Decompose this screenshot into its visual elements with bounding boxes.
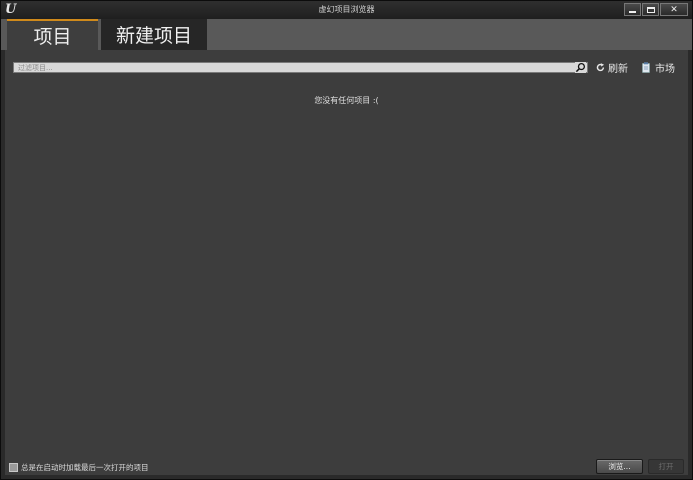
window-controls: ✕ bbox=[624, 3, 688, 16]
title-bar[interactable]: U 虚幻项目浏览器 ✕ bbox=[1, 1, 692, 19]
open-button[interactable]: 打开 bbox=[648, 459, 684, 474]
browse-button[interactable]: 浏览... bbox=[596, 459, 643, 474]
load-last-project-checkbox[interactable] bbox=[9, 463, 18, 472]
window-title: 虚幻项目浏览器 bbox=[318, 5, 375, 14]
refresh-button[interactable]: 刷新 bbox=[596, 60, 628, 75]
minimize-icon bbox=[629, 11, 636, 13]
search-box bbox=[13, 62, 588, 73]
tab-projects[interactable]: 项目 bbox=[7, 19, 98, 50]
project-browser-window: U 虚幻项目浏览器 ✕ 项目 新建项目 过滤项目... 刷新 市场 您没有任何项… bbox=[0, 0, 693, 480]
minimize-button[interactable] bbox=[624, 3, 641, 16]
marketplace-icon bbox=[642, 61, 650, 73]
refresh-label: 刷新 bbox=[608, 63, 628, 75]
maximize-button[interactable] bbox=[642, 3, 659, 16]
projects-panel: 刷新 市场 您没有任何项目 :( 总是在启动时加载最后一次打开的项目 浏览...… bbox=[5, 50, 688, 475]
tab-new-project[interactable]: 新建项目 bbox=[101, 19, 207, 50]
marketplace-button[interactable]: 市场 bbox=[642, 60, 675, 75]
maximize-icon bbox=[646, 6, 655, 13]
search-icon[interactable] bbox=[575, 62, 586, 73]
tab-strip: 项目 新建项目 bbox=[1, 19, 692, 50]
load-last-project-label: 总是在启动时加载最后一次打开的项目 bbox=[21, 463, 149, 472]
refresh-icon bbox=[596, 62, 605, 71]
close-icon: ✕ bbox=[670, 4, 678, 15]
close-button[interactable]: ✕ bbox=[660, 3, 688, 16]
marketplace-label: 市场 bbox=[655, 63, 675, 75]
empty-projects-message: 您没有任何项目 :( bbox=[314, 96, 379, 105]
filter-projects-input[interactable] bbox=[18, 63, 587, 72]
load-last-project-option[interactable]: 总是在启动时加载最后一次打开的项目 bbox=[9, 462, 149, 473]
